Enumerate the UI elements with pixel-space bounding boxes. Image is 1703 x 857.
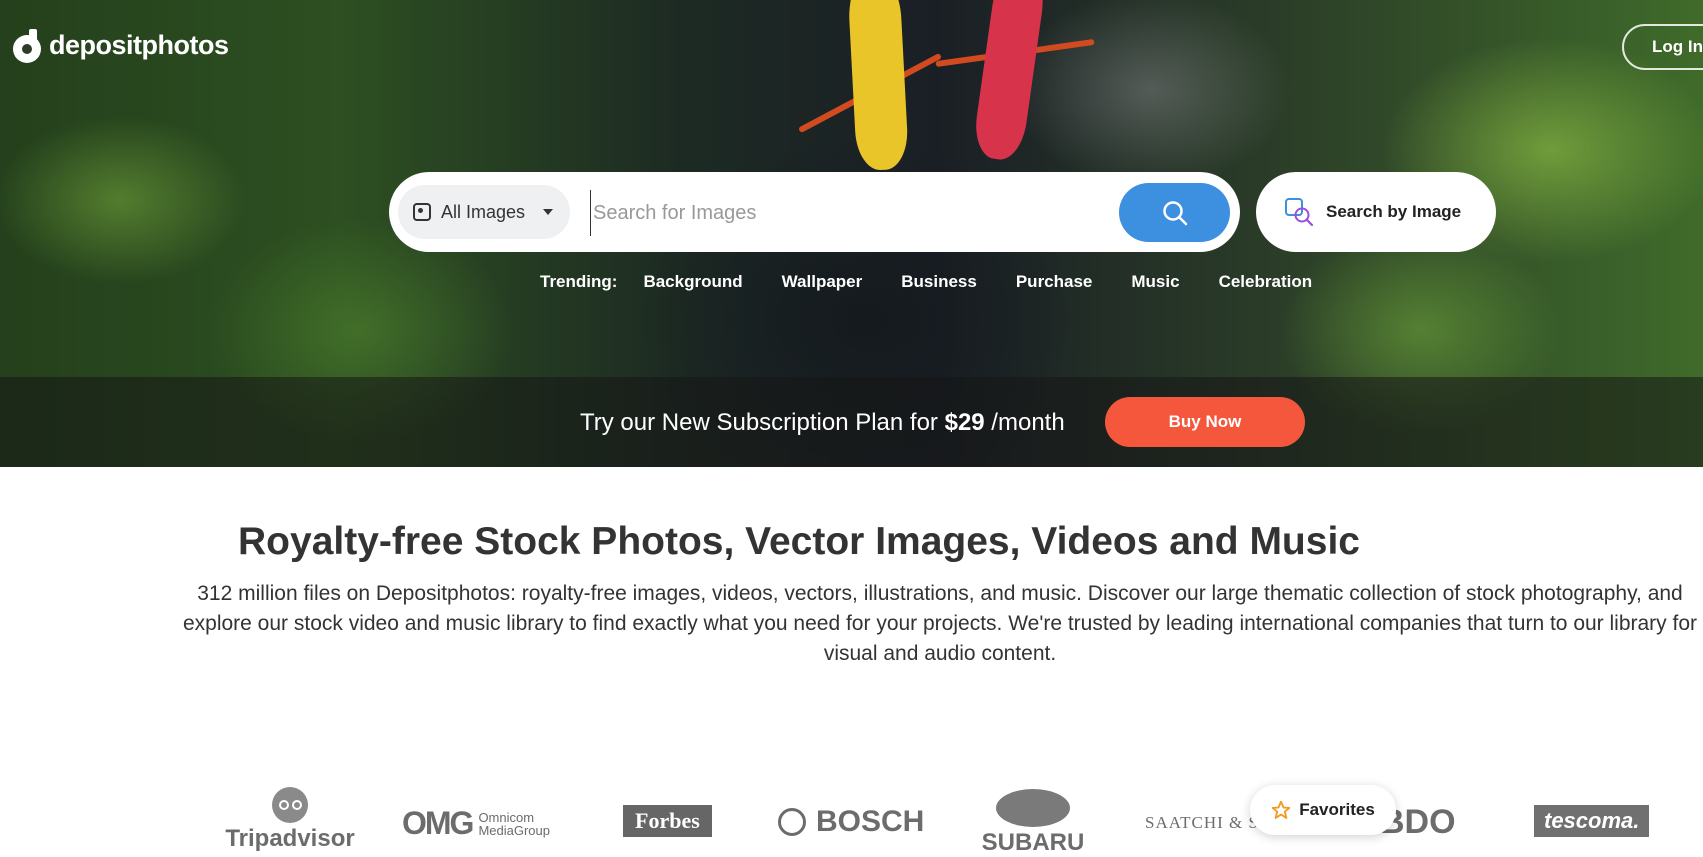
search-by-image-button[interactable]: Search by Image — [1256, 172, 1496, 252]
favorites-button[interactable]: Favorites — [1250, 785, 1396, 835]
search-input[interactable] — [590, 190, 1095, 236]
logo-text: depositphotos — [49, 30, 229, 60]
subaru-emblem-icon — [996, 789, 1070, 827]
yellow-kayak — [846, 0, 910, 172]
depositphotos-logo-icon — [13, 28, 43, 63]
owl-icon — [272, 787, 308, 823]
site-logo[interactable]: depositphotos — [13, 26, 229, 63]
trending-bar: Trending: Background Wallpaper Business … — [540, 272, 1351, 292]
login-button[interactable]: Log In — [1622, 24, 1703, 70]
forbes-logo: Forbes — [623, 805, 712, 837]
favorites-label: Favorites — [1299, 800, 1375, 819]
hero-banner: depositphotos Log In All Images Search b… — [0, 0, 1703, 467]
trending-link-wallpaper[interactable]: Wallpaper — [782, 272, 863, 292]
promo-price: $29 — [944, 409, 985, 436]
promo-text: Try our New Subscription Plan for $29 /m… — [580, 409, 1065, 436]
trending-link-celebration[interactable]: Celebration — [1219, 272, 1313, 292]
search-icon — [1162, 200, 1187, 225]
content-type-label: All Images — [441, 201, 526, 222]
image-icon — [413, 203, 431, 221]
content-type-dropdown[interactable]: All Images — [398, 185, 570, 239]
omnicom-logo: OMG Omnicom MediaGroup — [402, 805, 550, 841]
bosch-logo: BOSCH — [778, 805, 924, 839]
buy-now-button[interactable]: Buy Now — [1105, 397, 1305, 447]
search-bar: All Images — [389, 172, 1240, 252]
red-kayak — [971, 0, 1049, 163]
tescoma-logo: tescoma. — [1534, 805, 1650, 837]
trending-link-music[interactable]: Music — [1131, 272, 1179, 292]
search-button[interactable] — [1119, 183, 1230, 242]
client-logos-strip: Tripadvisor OMG Omnicom MediaGroup Forbes… — [0, 785, 1703, 856]
trending-label: Trending: — [540, 272, 618, 291]
image-search-icon — [1285, 198, 1314, 227]
search-by-image-label: Search by Image — [1326, 202, 1462, 221]
chevron-down-icon — [543, 209, 554, 215]
page-description: 312 million files on Depositphotos: roya… — [182, 582, 1698, 665]
star-icon — [1271, 800, 1291, 819]
page-headline: Royalty-free Stock Photos, Vector Images… — [238, 520, 1360, 563]
bosch-armature-icon — [778, 808, 806, 836]
trending-link-background[interactable]: Background — [643, 272, 742, 292]
subaru-logo: SUBARU — [978, 789, 1088, 857]
subscription-promo-banner: Try our New Subscription Plan for $29 /m… — [0, 377, 1703, 467]
tripadvisor-logo: Tripadvisor — [220, 787, 360, 853]
trending-link-business[interactable]: Business — [901, 272, 977, 292]
trending-link-purchase[interactable]: Purchase — [1016, 272, 1093, 292]
